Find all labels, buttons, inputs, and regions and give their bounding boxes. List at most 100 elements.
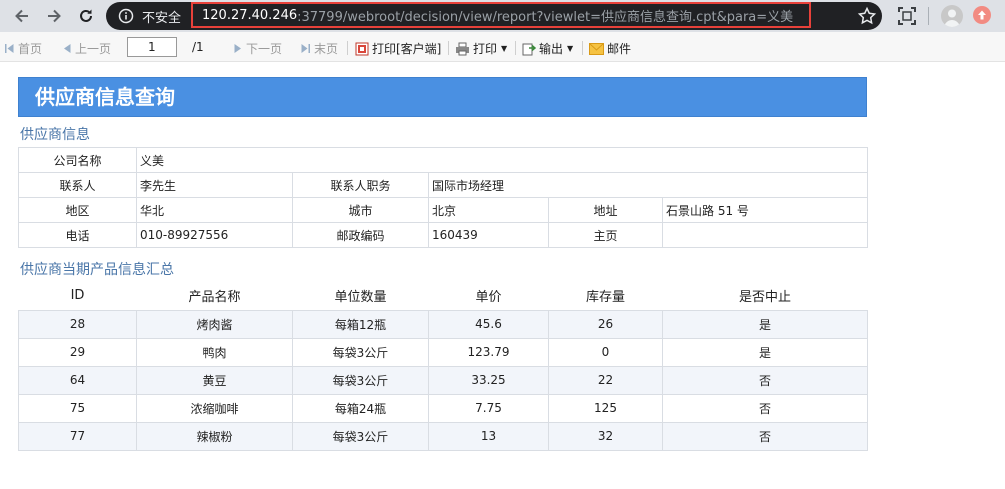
toolbar-separator xyxy=(448,41,449,55)
back-arrow-icon xyxy=(15,9,28,23)
product-unit: 每箱12瓶 xyxy=(292,309,429,339)
export-icon xyxy=(522,43,536,55)
arrow-up-icon xyxy=(978,10,986,20)
product-discontinued: 否 xyxy=(662,393,868,423)
phone-value: 010-89927556 xyxy=(136,222,293,248)
table-row: 75 浓缩咖啡 每箱24瓶 7.75 125 否 xyxy=(18,393,868,423)
products-table: ID 产品名称 单位数量 单价 库存量 是否中止 28 烤肉酱 每箱12瓶 45… xyxy=(18,282,868,451)
prev-page-button[interactable]: 上一页 xyxy=(62,40,111,57)
product-discontinued: 否 xyxy=(662,421,868,451)
toolbar-separator xyxy=(347,41,348,55)
column-header: 库存量 xyxy=(585,290,625,306)
phone-label: 电话 xyxy=(18,222,137,248)
email-label: 邮件 xyxy=(607,42,632,56)
table-row: 64 黄豆 每袋3公斤 33.25 22 否 xyxy=(18,365,868,395)
column-header: 产品名称 xyxy=(188,290,241,306)
table-row: 28 烤肉酱 每箱12瓶 45.6 26 是 xyxy=(18,309,868,339)
total-pages: /1 xyxy=(192,40,204,54)
pdf-print-icon xyxy=(355,42,369,55)
last-page-label: 末页 xyxy=(314,42,339,56)
export-dropdown-icon: ▼ xyxy=(567,44,574,53)
company-value: 义美 xyxy=(136,147,868,173)
product-name: 辣椒粉 xyxy=(136,421,293,451)
last-page-button[interactable]: 末页 xyxy=(300,40,338,57)
export-label: 输出 xyxy=(539,42,564,56)
product-id: 77 xyxy=(18,421,137,451)
supplier-section-title: 供应商信息 xyxy=(20,127,90,143)
contact-title-value: 国际市场经理 xyxy=(428,172,868,198)
back-button[interactable] xyxy=(10,4,34,28)
forward-button[interactable] xyxy=(42,4,66,28)
products-section-title: 供应商当期产品信息汇总 xyxy=(20,262,174,278)
report-toolbar: 首页 上一页 /1 下一页 末页 打印[客户端] 打印 ▼ 输出 ▼ 邮件 xyxy=(0,32,1005,62)
supplier-info-table: 公司名称 义美 联系人 李先生 联系人职务 国际市场经理 地区 华北 城市 北京… xyxy=(18,147,868,248)
report-page: 供应商信息查询 供应商信息 公司名称 义美 联系人 李先生 联系人职务 国际市场… xyxy=(0,62,1005,489)
prev-page-label: 上一页 xyxy=(75,42,112,56)
url-path: :37799/webroot/decision/view/report?view… xyxy=(297,9,794,25)
product-price: 33.25 xyxy=(428,365,549,395)
toolbar-separator xyxy=(582,41,583,55)
contact-value: 李先生 xyxy=(136,172,293,198)
info-icon[interactable] xyxy=(118,8,134,24)
email-button[interactable]: 邮件 xyxy=(589,40,631,57)
postcode-label: 邮政编码 xyxy=(292,222,429,248)
forward-arrow-icon xyxy=(48,9,61,23)
products-header-row: ID 产品名称 单位数量 单价 库存量 是否中止 xyxy=(19,282,868,310)
product-unit: 每袋3公斤 xyxy=(292,365,429,395)
contact-title-label: 联系人职务 xyxy=(292,172,429,198)
product-unit: 每箱24瓶 xyxy=(292,393,429,423)
product-discontinued: 是 xyxy=(662,337,868,367)
homepage-value xyxy=(662,222,868,248)
toolbar-divider xyxy=(928,7,929,25)
first-page-button[interactable]: 首页 xyxy=(4,40,42,57)
report-title: 供应商信息查询 xyxy=(18,77,867,117)
print-button[interactable]: 打印 ▼ xyxy=(455,40,507,57)
toolbar-separator xyxy=(515,41,516,55)
last-page-icon xyxy=(301,44,310,53)
product-name: 烤肉酱 xyxy=(136,309,293,339)
product-id: 29 xyxy=(18,337,137,367)
next-page-icon xyxy=(234,44,241,53)
first-page-label: 首页 xyxy=(18,42,43,56)
url-host: 120.27.40.246 xyxy=(202,7,298,23)
product-name: 浓缩咖啡 xyxy=(136,393,293,423)
product-name: 黄豆 xyxy=(136,365,293,395)
print-client-button[interactable]: 打印[客户端] xyxy=(355,40,441,57)
product-id: 28 xyxy=(18,309,137,339)
person-icon xyxy=(944,9,960,27)
product-discontinued: 否 xyxy=(662,365,868,395)
next-page-button[interactable]: 下一页 xyxy=(233,40,282,57)
address-value: 石景山路 51 号 xyxy=(662,197,868,223)
contact-label: 联系人 xyxy=(18,172,137,198)
product-price: 13 xyxy=(428,421,549,451)
export-button[interactable]: 输出 ▼ xyxy=(522,40,573,57)
insecure-label[interactable]: 不安全 xyxy=(142,7,181,26)
screenshot-extension-icon[interactable] xyxy=(897,6,917,26)
company-label: 公司名称 xyxy=(18,147,137,173)
next-page-label: 下一页 xyxy=(246,42,283,56)
browser-toolbar: 不安全 120.27.40.246:37799/webroot/decision… xyxy=(0,0,1005,32)
column-header: ID xyxy=(70,288,85,304)
region-value: 华北 xyxy=(136,197,293,223)
profile-avatar[interactable] xyxy=(941,5,963,27)
print-dropdown-icon: ▼ xyxy=(501,44,508,53)
page-number-input[interactable] xyxy=(127,37,177,57)
bookmark-star-icon[interactable] xyxy=(857,6,877,26)
prev-page-icon xyxy=(64,44,71,53)
product-stock: 26 xyxy=(548,309,663,339)
url-text[interactable]: 120.27.40.246:37799/webroot/decision/vie… xyxy=(191,2,811,28)
product-id: 75 xyxy=(18,393,137,423)
reload-icon xyxy=(80,9,92,22)
address-label: 地址 xyxy=(548,197,663,223)
column-header: 是否中止 xyxy=(738,290,791,306)
column-header: 单价 xyxy=(475,290,502,306)
reload-button[interactable] xyxy=(74,4,98,28)
update-icon[interactable] xyxy=(973,6,991,24)
mail-icon xyxy=(589,42,604,55)
homepage-label: 主页 xyxy=(548,222,663,248)
product-id: 64 xyxy=(18,365,137,395)
product-name: 鸭肉 xyxy=(136,337,293,367)
region-label: 地区 xyxy=(18,197,137,223)
product-discontinued: 是 xyxy=(662,309,868,339)
product-price: 45.6 xyxy=(428,309,549,339)
